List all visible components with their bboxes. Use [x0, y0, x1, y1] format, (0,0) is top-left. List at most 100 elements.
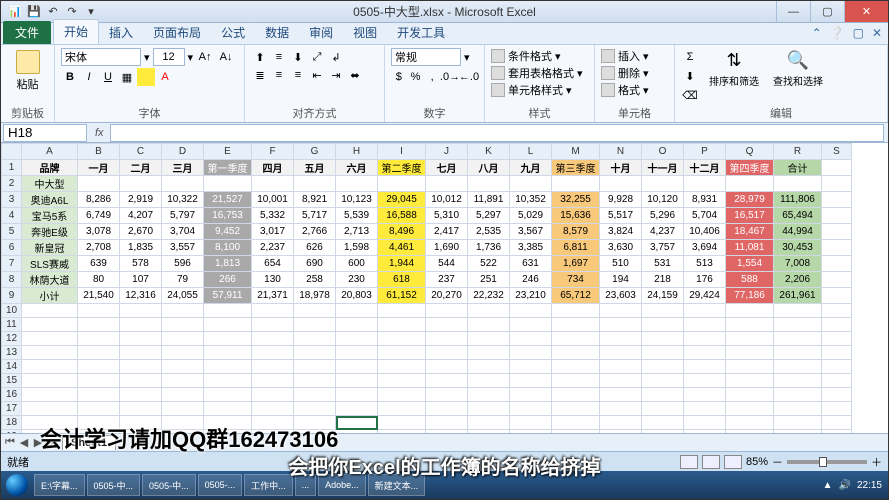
cell[interactable]: [336, 346, 378, 360]
cell[interactable]: [684, 402, 726, 416]
data-cell[interactable]: 79: [162, 272, 204, 288]
row-header[interactable]: 17: [2, 402, 22, 416]
data-cell[interactable]: 21,371: [252, 288, 294, 304]
cell[interactable]: [336, 416, 378, 430]
cell[interactable]: [426, 176, 468, 192]
cell[interactable]: [684, 360, 726, 374]
cell-styles-button[interactable]: 单元格样式▾: [491, 82, 588, 98]
cell[interactable]: [726, 416, 774, 430]
cell[interactable]: [162, 360, 204, 374]
data-cell[interactable]: 15,636: [552, 208, 600, 224]
col-header[interactable]: D: [162, 144, 204, 160]
cell[interactable]: [162, 304, 204, 318]
data-cell[interactable]: 618: [378, 272, 426, 288]
cell[interactable]: [642, 304, 684, 318]
row-header[interactable]: 11: [2, 318, 22, 332]
cell[interactable]: [204, 430, 252, 434]
cell[interactable]: [204, 374, 252, 388]
cell[interactable]: [294, 176, 336, 192]
align-right-button[interactable]: ≡: [289, 66, 307, 84]
zoom-slider[interactable]: [787, 460, 867, 464]
clear-button[interactable]: ⌫: [681, 86, 699, 104]
data-cell[interactable]: 237: [426, 272, 468, 288]
cell[interactable]: [22, 416, 78, 430]
sheet-tab-1[interactable]: Sheet1: [62, 435, 116, 450]
comma-button[interactable]: ,: [424, 68, 440, 86]
cell[interactable]: [726, 304, 774, 318]
data-cell[interactable]: 23,603: [600, 288, 642, 304]
data-cell[interactable]: 20,270: [426, 288, 468, 304]
row-header[interactable]: 2: [2, 176, 22, 192]
percent-button[interactable]: %: [408, 68, 424, 86]
cell[interactable]: [822, 360, 852, 374]
cell[interactable]: [822, 430, 852, 434]
data-cell[interactable]: 1,598: [336, 240, 378, 256]
row-header[interactable]: 15: [2, 374, 22, 388]
cell[interactable]: [204, 346, 252, 360]
data-cell[interactable]: 65,494: [774, 208, 822, 224]
row-header[interactable]: 6: [2, 240, 22, 256]
row-header[interactable]: 12: [2, 332, 22, 346]
data-cell[interactable]: 61,152: [378, 288, 426, 304]
cell[interactable]: [774, 360, 822, 374]
zoom-thumb[interactable]: [819, 457, 827, 467]
cell[interactable]: [600, 304, 642, 318]
row-header[interactable]: 13: [2, 346, 22, 360]
cell[interactable]: [378, 388, 426, 402]
data-cell[interactable]: 2,237: [252, 240, 294, 256]
format-as-table-button[interactable]: 套用表格格式▾: [491, 65, 588, 81]
number-format-combo[interactable]: [391, 48, 461, 66]
cell[interactable]: [162, 332, 204, 346]
cell[interactable]: [78, 416, 120, 430]
font-color-button[interactable]: A: [156, 68, 174, 86]
cell[interactable]: [426, 388, 468, 402]
bold-button[interactable]: B: [61, 68, 79, 86]
data-cell[interactable]: 10,352: [510, 192, 552, 208]
cell[interactable]: [204, 416, 252, 430]
category-cell[interactable]: 中大型: [22, 176, 78, 192]
cell[interactable]: [22, 346, 78, 360]
data-cell[interactable]: 130: [252, 272, 294, 288]
brand-cell[interactable]: SLS赛威: [22, 256, 78, 272]
cell[interactable]: [510, 304, 552, 318]
cell[interactable]: [774, 374, 822, 388]
cell[interactable]: [822, 346, 852, 360]
align-top-button[interactable]: ⬆: [251, 48, 269, 66]
wrap-text-button[interactable]: ↲: [327, 48, 345, 66]
cell[interactable]: [426, 304, 468, 318]
data-cell[interactable]: 8,286: [78, 192, 120, 208]
data-cell[interactable]: 2,670: [120, 224, 162, 240]
col-header[interactable]: E: [204, 144, 252, 160]
view-layout-button[interactable]: [702, 455, 720, 469]
cell[interactable]: [642, 430, 684, 434]
tab-formulas[interactable]: 公式: [211, 21, 255, 44]
cell[interactable]: [510, 430, 552, 434]
cell[interactable]: [726, 318, 774, 332]
minimize-button[interactable]: —: [776, 1, 810, 22]
col-header[interactable]: F: [252, 144, 294, 160]
start-button[interactable]: [1, 471, 33, 499]
font-size-combo[interactable]: [153, 48, 185, 66]
cell[interactable]: [78, 346, 120, 360]
cell[interactable]: [120, 402, 162, 416]
cell[interactable]: [78, 304, 120, 318]
cell[interactable]: [22, 304, 78, 318]
tray-icon[interactable]: 🔊: [839, 480, 851, 491]
data-cell[interactable]: 18,467: [726, 224, 774, 240]
worksheet-area[interactable]: ABCDEFGHIJKLMNOPQRS1品牌一月二月三月第一季度四月五月六月第二…: [1, 143, 888, 433]
cell[interactable]: [774, 176, 822, 192]
cell[interactable]: [252, 304, 294, 318]
cell[interactable]: [252, 416, 294, 430]
cell[interactable]: [120, 374, 162, 388]
data-cell[interactable]: 6,811: [552, 240, 600, 256]
cell[interactable]: [204, 176, 252, 192]
cell[interactable]: [468, 332, 510, 346]
header-cell[interactable]: 九月: [510, 160, 552, 176]
data-cell[interactable]: 16,753: [204, 208, 252, 224]
cell[interactable]: [552, 430, 600, 434]
cell[interactable]: [774, 430, 822, 434]
cell[interactable]: [22, 430, 78, 434]
cell[interactable]: [822, 256, 852, 272]
taskbar-item[interactable]: 0505-中...: [142, 474, 196, 496]
cell[interactable]: [510, 176, 552, 192]
